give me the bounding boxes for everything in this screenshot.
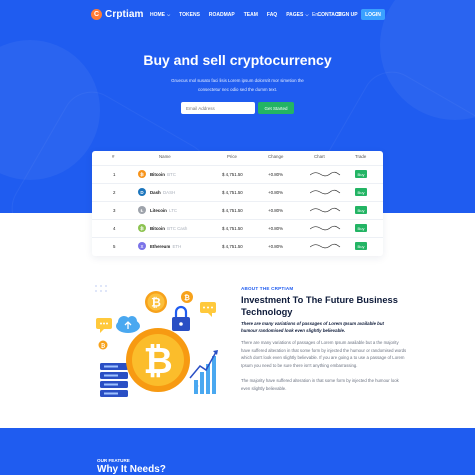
coin-name-cell: Litecoin LTC — [150, 208, 178, 213]
email-field[interactable] — [181, 102, 255, 114]
nav-item-team[interactable]: TEAM — [244, 12, 258, 18]
hero-title: Buy and sell cryptocurrency — [143, 52, 332, 68]
growth-chart-icon — [189, 350, 218, 394]
table-row: 5 Ξ Ethereum ETH $ 4,751.50 +0.80% Buy — [92, 237, 383, 254]
rank-cell: 2 — [113, 190, 116, 195]
sparkline-chart — [310, 225, 341, 231]
dash-icon: D — [138, 188, 146, 196]
chevron-down-icon: ⌵ — [318, 12, 323, 17]
price-cell: $ 4,751.50 — [222, 226, 243, 231]
nav-item-pages[interactable]: PAGES ⌵ — [286, 12, 308, 18]
svg-text:₿: ₿ — [101, 343, 106, 350]
nav-item-faq[interactable]: FAQ — [267, 12, 277, 18]
about-title: Investment To The Future Business Techno… — [241, 295, 398, 317]
price-cell: $ 4,751.50 — [222, 190, 243, 195]
signup-link[interactable]: SIGN UP — [337, 12, 358, 18]
buy-button[interactable]: Buy — [355, 206, 367, 214]
table-row: 2 D Dash DASH $ 4,751.50 +0.80% Buy — [92, 183, 383, 200]
bitcoin-coin-icon: ₿ — [98, 340, 108, 350]
feature-section-tag: OUR FEATURE — [97, 458, 130, 463]
language-selector[interactable]: En ⌵ — [312, 12, 322, 18]
chevron-down-icon: ⌵ — [166, 12, 171, 17]
about-paragraph: The majority have suffered alteration in… — [241, 378, 399, 391]
column-header-name: Name — [159, 154, 171, 159]
market-table: # Name Price Change Chart Trade 1 ₿ Bitcoi… — [92, 151, 383, 256]
hero-description: Gruecus mol susato faci lisis Lorem ipsu… — [171, 78, 304, 92]
chat-bubble-icon — [200, 302, 216, 317]
bitcoin-illustration: ₿ ₿ ₿ ₿ — [95, 285, 218, 397]
nav-item-roadmap[interactable]: ROADMAP — [209, 12, 235, 18]
nav-item-tokens[interactable]: TOKENS — [179, 12, 200, 18]
buy-button[interactable]: Buy — [355, 188, 367, 196]
sparkline-chart — [310, 243, 341, 249]
coin-name-cell: Ethereum ETH — [150, 244, 182, 249]
change-cell: +0.80% — [268, 172, 284, 177]
coin-name-cell: Dash DASH — [150, 190, 176, 195]
buy-button[interactable]: Buy — [355, 170, 367, 178]
chat-bubble-icon — [96, 318, 112, 333]
about-section-tag: ABOUT THE CRPTIAM — [241, 286, 294, 291]
column-header-trade: Trade — [355, 154, 367, 159]
sparkline-chart — [310, 171, 341, 177]
price-cell: $ 4,751.50 — [222, 244, 243, 249]
buy-button[interactable]: Buy — [355, 224, 367, 232]
price-cell: $ 4,751.50 — [222, 208, 243, 213]
bitcoin-icon: ₿ — [138, 170, 146, 178]
bitcoin-coin-icon: ₿ — [145, 291, 167, 313]
column-header-rank: # — [112, 154, 115, 159]
rank-cell: 5 — [113, 244, 116, 249]
coin-name-cell: Bitcoin BTC Cash — [150, 226, 188, 231]
change-cell: +0.80% — [268, 244, 284, 249]
table-row: 1 ₿ Bitcoin BTC $ 4,751.50 +0.80% Buy — [92, 165, 383, 182]
sparkline-chart — [310, 207, 341, 213]
padlock-icon — [172, 305, 190, 331]
feature-title: Why It Needs? — [97, 464, 166, 475]
svg-text:₿: ₿ — [184, 294, 190, 302]
svg-text:₿: ₿ — [151, 296, 161, 310]
logo-icon: C — [91, 9, 102, 20]
table-row: 4 ₿ Bitcoin BTC Cash $ 4,751.50 +0.80% Buy — [92, 219, 383, 236]
about-lead: There are many variations of passages of… — [241, 321, 384, 333]
table-header: # Name Price Change Chart Trade — [92, 154, 383, 163]
sparkline-chart — [310, 189, 341, 195]
bitcoin-coin-icon: ₿ — [181, 291, 193, 303]
ethereum-icon: Ξ — [138, 242, 146, 250]
brand-name: Crptiam — [105, 9, 144, 20]
rank-cell: 1 — [113, 172, 116, 177]
change-cell: +0.80% — [268, 208, 284, 213]
litecoin-icon: Ł — [138, 206, 146, 214]
svg-text:₿: ₿ — [143, 341, 172, 382]
change-cell: +0.80% — [268, 190, 284, 195]
change-cell: +0.80% — [268, 226, 284, 231]
about-paragraph: There are many variations of passages of… — [241, 340, 407, 368]
table-row: 3 Ł Litecoin LTC $ 4,751.50 +0.80% Buy — [92, 201, 383, 218]
column-header-change: Change — [268, 154, 284, 159]
get-started-button[interactable]: Get Started — [258, 102, 294, 114]
coin-name-cell: Bitcoin BTC — [150, 172, 176, 177]
brand-logo[interactable]: C Crptiam — [91, 9, 143, 20]
column-header-price: Price — [227, 154, 238, 159]
server-stack-icon — [100, 363, 128, 397]
rank-cell: 3 — [113, 208, 116, 213]
top-navigation: C Crptiam HOME ⌵ TOKENS ROADMAP TEAM FAQ… — [0, 8, 475, 24]
price-cell: $ 4,751.50 — [222, 172, 243, 177]
bitcoin-cash-icon: ₿ — [138, 224, 146, 232]
chevron-down-icon: ⌵ — [304, 12, 309, 17]
feature-section: OUR FEATURE Why It Needs? — [0, 428, 475, 475]
large-bitcoin-coin-icon: ₿ — [126, 328, 190, 392]
cloud-upload-icon — [116, 316, 140, 333]
login-button[interactable]: LOGIN — [361, 9, 385, 20]
nav-item-home[interactable]: HOME ⌵ — [150, 12, 170, 18]
buy-button[interactable]: Buy — [355, 242, 367, 250]
column-header-chart: Chart — [314, 154, 325, 159]
rank-cell: 4 — [113, 226, 116, 231]
